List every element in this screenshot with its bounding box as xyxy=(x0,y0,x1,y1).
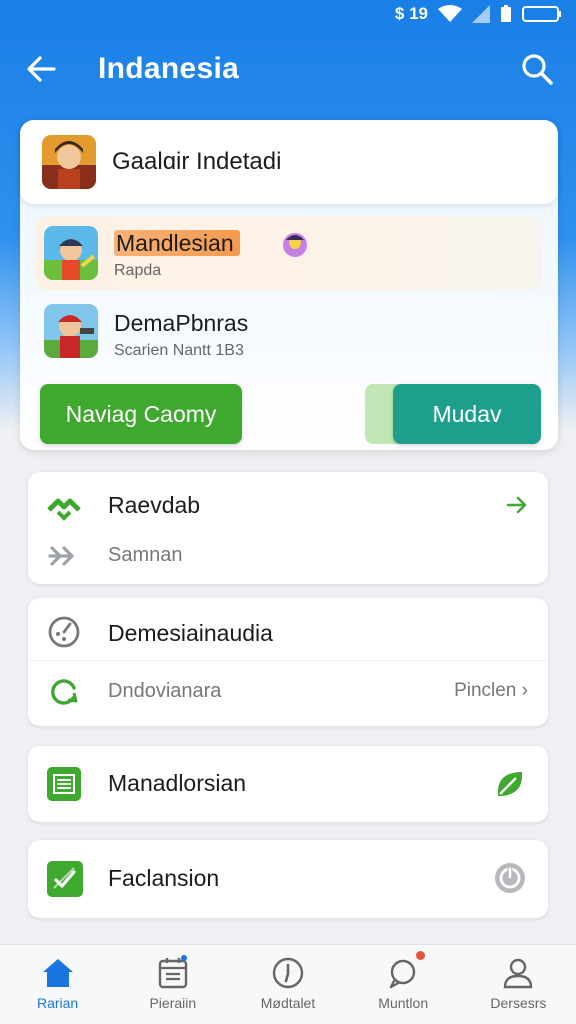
power-icon[interactable] xyxy=(492,860,528,896)
status-time: $ 19 xyxy=(394,4,428,23)
list-item[interactable]: DemaPbnras Scarien Nantt 1B3 xyxy=(36,296,542,370)
arrow-right-icon[interactable] xyxy=(506,494,528,516)
nav-label: Rarian xyxy=(36,995,79,1011)
settings-card-4[interactable]: Faclansion xyxy=(28,840,548,918)
profile-icon xyxy=(504,958,533,989)
primary-action-button[interactable]: Naviag Caomy xyxy=(40,384,242,444)
nav-item-compass[interactable]: Mødtalet xyxy=(230,945,345,1024)
nav-item-profile[interactable]: Dersesrs xyxy=(461,945,576,1024)
card-title: Demesiainaudia xyxy=(108,620,273,646)
nav-item-calendar[interactable]: Pieraiin xyxy=(115,945,230,1024)
refresh-icon xyxy=(46,674,82,710)
nav-label: Mødtalet xyxy=(260,995,316,1011)
share-icon xyxy=(46,538,82,574)
featured-games-card: Gaalɑir Indetadi Mandlesian Rapda DemaPb… xyxy=(20,120,558,450)
card-title: Faclansion xyxy=(108,865,220,891)
bottom-navigation: Rarian Pieraiin Mødtalet Muntlon Dersesr… xyxy=(0,944,576,1024)
settings-card-1: Raevdab Samnan xyxy=(28,472,548,584)
calendar-icon xyxy=(158,958,187,989)
item-subtitle: Scarien Nantt 1B3 xyxy=(114,342,244,359)
nav-item-home[interactable]: Rarian xyxy=(0,945,115,1024)
featured-header[interactable]: Gaalɑir Indetadi xyxy=(20,120,558,204)
compass-icon xyxy=(272,957,304,989)
notification-dot xyxy=(415,951,425,960)
game-thumbnail xyxy=(44,304,98,358)
card-action-link[interactable]: Pinclen › xyxy=(454,680,528,702)
list-item[interactable]: Mandlesian Rapda xyxy=(36,216,542,290)
wifi-icon xyxy=(438,5,462,22)
card-action-label: Pinclen xyxy=(454,680,517,701)
page-title: Indanesia xyxy=(98,52,240,85)
back-arrow-icon[interactable] xyxy=(24,52,58,86)
battery-small-icon xyxy=(501,5,511,22)
chat-icon xyxy=(390,959,416,989)
game-thumbnail xyxy=(44,226,98,280)
list-icon xyxy=(46,766,82,802)
card-subtitle: Dndovianara xyxy=(108,680,222,702)
secondary-action-button[interactable]: Mudav xyxy=(393,384,541,444)
signal-icon xyxy=(472,5,490,23)
nav-item-chat[interactable]: Muntlon xyxy=(346,945,461,1024)
card-title: Manadlorsian xyxy=(108,770,247,796)
settings-card-3[interactable]: Manadlorsian xyxy=(28,746,548,822)
game-thumbnail xyxy=(42,135,96,189)
item-title: Mandlesian xyxy=(114,230,240,256)
featured-title: Gaalɑir Indetadi xyxy=(112,148,282,175)
search-icon[interactable] xyxy=(520,52,554,86)
checkbox-icon xyxy=(46,860,83,897)
nav-label: Pieraiin xyxy=(149,995,197,1011)
card-title: Raevdab xyxy=(108,492,201,518)
settings-card-2: Demesiainaudia Dndovianara Pinclen › xyxy=(28,598,548,726)
card-subtitle[interactable]: Samnan xyxy=(108,544,183,567)
battery-icon xyxy=(522,6,561,22)
leaf-icon[interactable] xyxy=(492,766,528,802)
nav-label: Muntlon xyxy=(378,995,429,1011)
gauge-icon xyxy=(46,614,82,650)
home-icon xyxy=(42,959,73,987)
chevron-right-icon: › xyxy=(521,680,528,701)
rank-icon xyxy=(46,488,82,524)
item-subtitle: Rapda xyxy=(114,262,162,279)
app-bar: Indanesia xyxy=(0,40,576,98)
status-bar: $ 19 xyxy=(0,0,576,28)
badge-avatar-icon xyxy=(283,233,307,257)
divider xyxy=(28,660,548,661)
item-title: DemaPbnras xyxy=(114,310,249,336)
nav-label: Dersesrs xyxy=(490,995,547,1011)
